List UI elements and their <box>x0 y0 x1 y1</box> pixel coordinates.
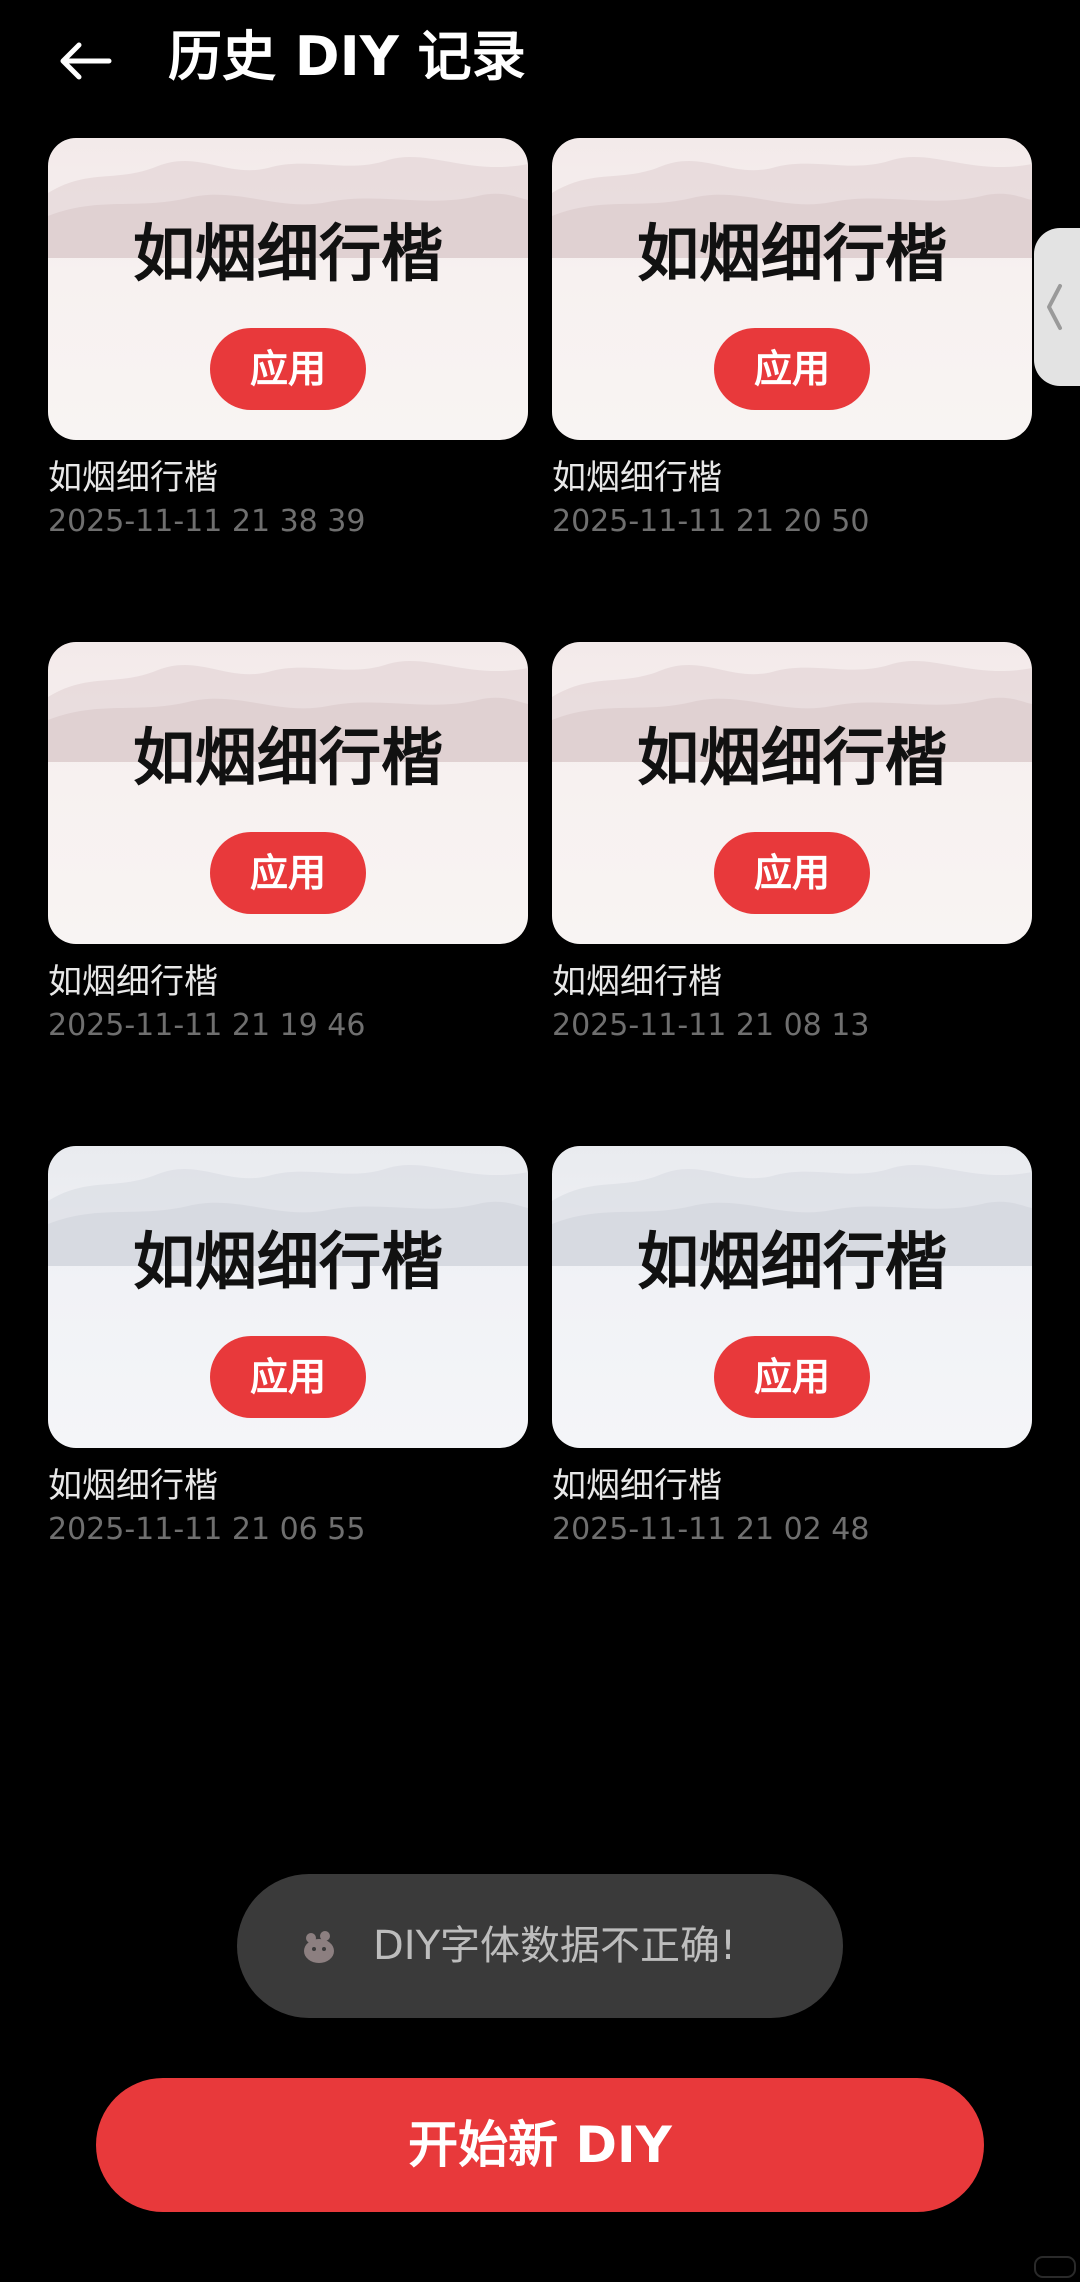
apply-button[interactable]: 应用 <box>210 328 366 410</box>
toast-message: DIY字体数据不正确! <box>373 1923 737 1969</box>
toast: DIY字体数据不正确! <box>237 1874 843 2018</box>
history-card[interactable]: 如烟细行楷 应用 <box>552 138 1032 440</box>
history-item-name: 如烟细行楷 <box>552 962 722 1002</box>
history-item-name: 如烟细行楷 <box>48 962 218 1002</box>
history-card[interactable]: 如烟细行楷 应用 <box>48 1146 528 1448</box>
apply-button[interactable]: 应用 <box>714 328 870 410</box>
history-card[interactable]: 如烟细行楷 应用 <box>48 642 528 944</box>
history-item-name: 如烟细行楷 <box>48 1466 218 1506</box>
history-item-time: 2025-11-11 21 06 55 <box>48 1512 366 1547</box>
history-item-time: 2025-11-11 21 38 39 <box>48 504 366 539</box>
watermark-logo <box>1034 2256 1076 2278</box>
apply-button[interactable]: 应用 <box>714 1336 870 1418</box>
font-preview-text: 如烟细行楷 <box>132 217 443 290</box>
history-item-name: 如烟细行楷 <box>552 458 722 498</box>
font-preview-text: 如烟细行楷 <box>132 1225 443 1298</box>
font-preview-text: 如烟细行楷 <box>132 721 443 794</box>
history-item-time: 2025-11-11 21 19 46 <box>48 1008 366 1043</box>
start-new-diy-button[interactable]: 开始新 DIY <box>96 2078 984 2212</box>
history-item-time: 2025-11-11 21 08 13 <box>552 1008 870 1043</box>
history-card[interactable]: 如烟细行楷 应用 <box>552 1146 1032 1448</box>
font-preview-text: 如烟细行楷 <box>636 217 947 290</box>
history-item-time: 2025-11-11 21 02 48 <box>552 1512 870 1547</box>
apply-button[interactable]: 应用 <box>210 832 366 914</box>
history-card[interactable]: 如烟细行楷 应用 <box>552 642 1032 944</box>
apply-button[interactable]: 应用 <box>714 832 870 914</box>
font-preview-text: 如烟细行楷 <box>636 1225 947 1298</box>
history-grid: 如烟细行楷 应用 如烟细行楷 2025-11-11 21 38 39 如烟细行楷 应用 如烟… <box>0 0 1080 1600</box>
app-icon <box>304 1931 334 1963</box>
history-item-name: 如烟细行楷 <box>48 458 218 498</box>
history-card[interactable]: 如烟细行楷 应用 <box>48 138 528 440</box>
history-item-name: 如烟细行楷 <box>552 1466 722 1506</box>
history-item-time: 2025-11-11 21 20 50 <box>552 504 870 539</box>
font-preview-text: 如烟细行楷 <box>636 721 947 794</box>
apply-button[interactable]: 应用 <box>210 1336 366 1418</box>
